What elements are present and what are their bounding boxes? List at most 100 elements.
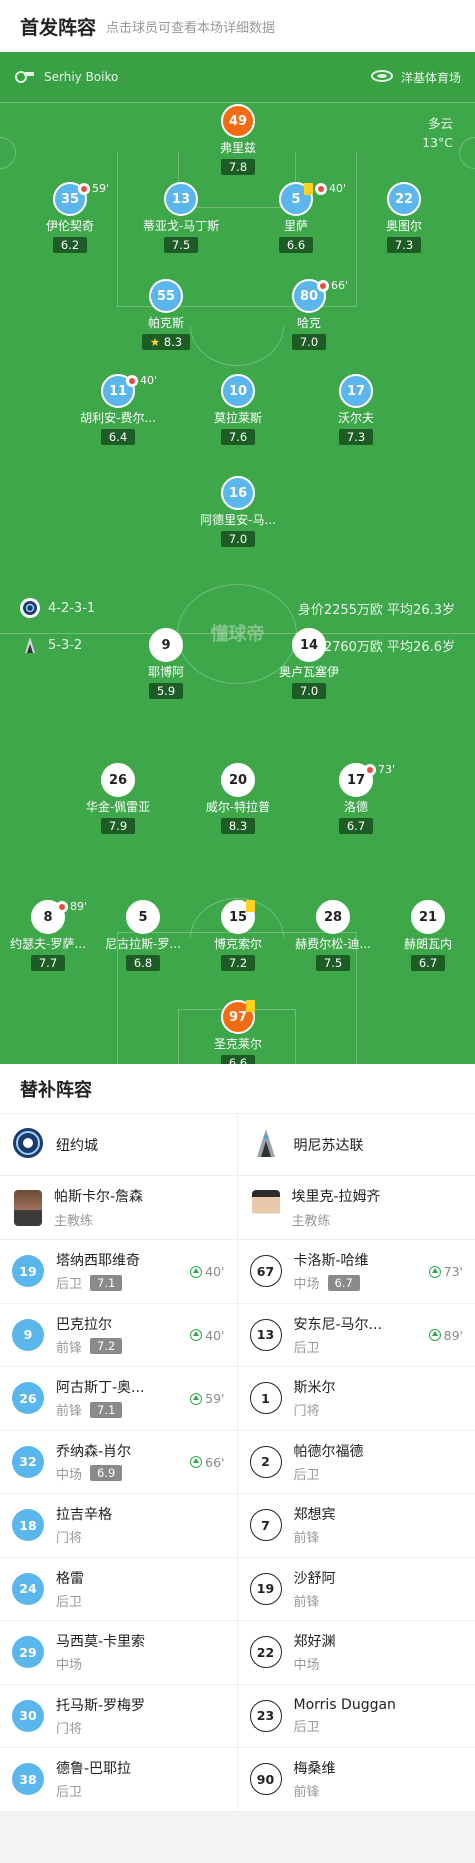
home-team-row[interactable]: 纽约城 (0, 1114, 237, 1176)
player-number: 17 (339, 374, 373, 408)
sub-number: 7 (249, 1509, 282, 1542)
player-rating: 7.8 (220, 159, 256, 175)
sub-off-time: 73' (378, 763, 396, 776)
home-team-name: 纽约城 (56, 1137, 98, 1154)
home-sub-row[interactable]: 29 马西莫-卡里索 中场 (0, 1621, 237, 1685)
yellow-card-icon (304, 182, 313, 195)
sub-number: 18 (12, 1509, 44, 1542)
away-player[interactable]: 15 博克索尔 7.2 (183, 900, 293, 971)
sub-off-icon (126, 374, 138, 387)
away-sub-row[interactable]: 2 帕德尔福德 后卫 (237, 1431, 475, 1494)
sub-meta: 门将 (56, 1527, 112, 1546)
lineup-title: 首发阵容 (20, 16, 97, 39)
rating-value: 7.8 (228, 160, 248, 174)
home-sub-row[interactable]: 30 托马斯-罗梅罗 门将 (0, 1685, 237, 1748)
away-player[interactable]: 28 赫费尔松-迪... 7.5 (278, 900, 388, 971)
away-player[interactable]: 17 73' 洛德 6.7 (301, 763, 411, 834)
sub-info: 乔纳森-肖尔 中场 6.9 (56, 1441, 131, 1483)
away-coach-role: 主教练 (291, 1214, 331, 1229)
away-player[interactable]: 26 华金-佩雷亚 7.9 (63, 763, 173, 834)
away-player[interactable]: 14 奥卢瓦塞伊 7.0 (254, 628, 364, 699)
home-player[interactable]: 5 40' 里萨 6.6 (241, 182, 351, 253)
home-sub-row[interactable]: 18 拉吉辛格 门将 (0, 1494, 237, 1558)
rating-value: 7.5 (323, 956, 343, 970)
away-player[interactable]: 9 耶博阿 5.9 (111, 628, 221, 699)
rating-value: 5.9 (156, 684, 176, 698)
pitch: Serhiy Boiko 洋基体育场 多云 13°C 懂球帝 4-2-3-1 身… (0, 52, 475, 1064)
away-player[interactable]: 97 圣克莱尔 6.6 (183, 1000, 293, 1064)
away-sub-row[interactable]: 13 安东尼-马尔... 后卫 89' (237, 1304, 475, 1367)
home-sub-row[interactable]: 26 阿古斯丁-奥... 前锋 7.1 59' (0, 1367, 237, 1431)
away-subs-column: 明尼苏达联 埃里克-拉姆齐 主教练 67 卡洛斯-哈维 中场 6.7 73' 13 安东尼-… (237, 1114, 475, 1812)
player-number: 16 (221, 476, 255, 510)
away-sub-row[interactable]: 90 梅桑维 前锋 (237, 1748, 475, 1812)
home-player[interactable]: 11 40' 胡利安-费尔... 6.4 (63, 374, 173, 445)
home-value: 身价2255万欧 平均26.3岁 (297, 602, 455, 618)
home-player[interactable]: 55 帕克斯 ★ 8.3 (111, 279, 221, 350)
away-player[interactable]: 21 赫朗瓦内 6.7 (373, 900, 475, 971)
away-sub-row[interactable]: 22 郑好渊 中场 (237, 1621, 475, 1685)
player-rating: 6.4 (100, 429, 136, 445)
sub-name: 郑想宾 (293, 1507, 336, 1524)
sub-meta: 后卫 (56, 1781, 131, 1800)
home-sub-row[interactable]: 32 乔纳森-肖尔 中场 6.9 66' (0, 1431, 237, 1494)
sub-on-indicator: 89' (428, 1328, 463, 1343)
rating-value: 7.3 (394, 238, 414, 252)
away-sub-row[interactable]: 67 卡洛斯-哈维 中场 6.7 73' (237, 1240, 475, 1304)
sub-info: 卡洛斯-哈维 中场 6.7 (294, 1250, 369, 1292)
home-coach-name: 帕斯卡尔-詹森 (54, 1189, 144, 1205)
sub-info: 帕德尔福德 后卫 (294, 1441, 364, 1483)
sub-on-icon (190, 1456, 203, 1468)
home-player[interactable]: 17 沃尔夫 7.3 (301, 374, 411, 445)
sub-name: 乔纳森-肖尔 (56, 1443, 132, 1460)
player-events: 40' (126, 374, 157, 387)
sub-number: 38 (12, 1763, 44, 1796)
weather-info: 多云 13°C (422, 114, 453, 152)
sub-info: 塔纳西耶维奇 后卫 7.1 (56, 1250, 140, 1292)
away-sub-row[interactable]: 1 斯米尔 门将 (237, 1367, 475, 1431)
sub-position: 中场 (56, 1658, 83, 1674)
subs-panel: 纽约城 帕斯卡尔-詹森 主教练 19 塔纳西耶维奇 后卫 7.1 40' 9 巴克拉尔 前锋 7… (0, 1114, 475, 1812)
away-sub-row[interactable]: 19 沙舒阿 前锋 (237, 1558, 475, 1621)
player-name: 胡利安-费尔... (80, 411, 156, 425)
sub-name: 托马斯-罗梅罗 (56, 1697, 146, 1714)
sub-number: 30 (12, 1699, 44, 1732)
lineup-subtitle: 点击球员可查看本场详细数据 (106, 20, 276, 36)
home-sub-row[interactable]: 9 巴克拉尔 前锋 7.2 40' (0, 1304, 237, 1367)
player-rating: 6.6 (278, 237, 314, 253)
home-player[interactable]: 35 59' 伊伦契奇 6.2 (15, 182, 125, 253)
home-player[interactable]: 22 奥图尔 7.3 (349, 182, 459, 253)
home-sub-row[interactable]: 19 塔纳西耶维奇 后卫 7.1 40' (0, 1240, 237, 1304)
sub-name: 沙舒阿 (293, 1570, 336, 1587)
home-formation: 4-2-3-1 (48, 600, 96, 616)
sub-rating: 7.2 (90, 1338, 123, 1355)
home-player[interactable]: 16 阿德里安-马... 7.0 (183, 476, 293, 547)
away-sub-row[interactable]: 7 郑想宾 前锋 (237, 1494, 475, 1558)
home-sub-row[interactable]: 38 德鲁-巴耶拉 后卫 (0, 1748, 237, 1812)
away-player[interactable]: 5 尼古拉斯-罗... 6.8 (88, 900, 198, 971)
player-rating: 8.3 (220, 818, 256, 834)
sub-on-icon (428, 1329, 441, 1341)
sub-number: 90 (249, 1763, 282, 1796)
rating-value: 6.7 (418, 956, 438, 970)
away-team-row[interactable]: 明尼苏达联 (237, 1114, 475, 1176)
player-name: 博克索尔 (213, 937, 262, 951)
home-coach-row[interactable]: 帕斯卡尔-詹森 主教练 (0, 1176, 237, 1240)
away-player[interactable]: 20 威尔-特拉普 8.3 (183, 763, 293, 834)
player-events: 40' (304, 182, 346, 195)
away-coach-row[interactable]: 埃里克-拉姆齐 主教练 (237, 1176, 475, 1240)
player-number: 55 (149, 279, 183, 313)
away-coach-name: 埃里克-拉姆齐 (291, 1189, 381, 1205)
away-sub-row[interactable]: 23 Morris Duggan 后卫 (237, 1685, 475, 1748)
home-sub-row[interactable]: 24 格雷 后卫 (0, 1558, 237, 1621)
player-rating: 7.2 (220, 955, 256, 971)
sub-meta: 门将 (56, 1718, 145, 1737)
sub-info: 郑想宾 前锋 (294, 1504, 336, 1546)
home-player[interactable]: 13 蒂亚戈-马丁斯 7.5 (126, 182, 236, 253)
sub-name: 阿古斯丁-奥... (56, 1380, 145, 1397)
rating-value: 7.0 (299, 684, 319, 698)
rating-value: 6.4 (108, 430, 128, 444)
home-player[interactable]: 80 66' 哈克 7.0 (254, 279, 364, 350)
home-player[interactable]: 10 莫拉莱斯 7.6 (183, 374, 293, 445)
home-player[interactable]: 49 弗里兹 7.8 (183, 104, 293, 175)
